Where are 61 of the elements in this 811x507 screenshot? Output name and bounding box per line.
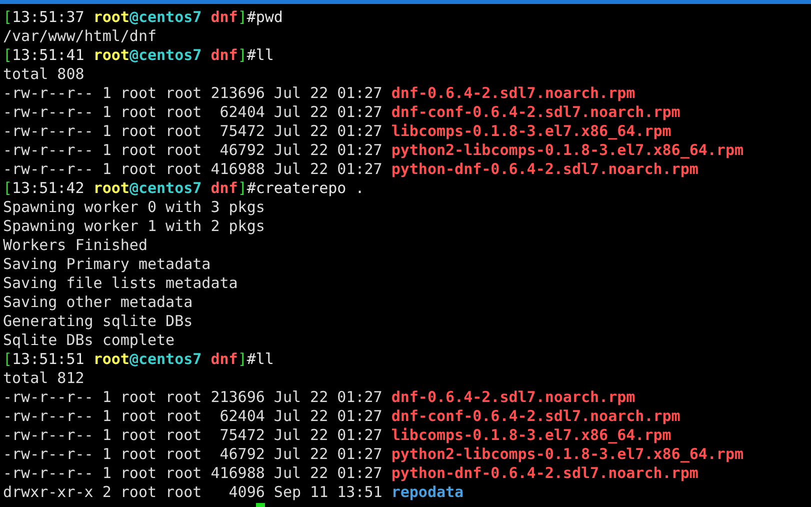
- prompt-host: @centos7: [129, 350, 203, 368]
- output-text: Saving other metadata: [3, 293, 193, 311]
- output-text: -rw-r--r-- 1 root root 416988 Jul 22 01:27: [3, 160, 384, 178]
- output-text: -rw-r--r-- 1 root root 416988 Jul 22 01:27: [3, 464, 384, 482]
- output-text: -rw-r--r-- 1 root root 213696 Jul 22 01:27: [3, 84, 384, 102]
- rpm-file-name: dnf-conf-0.6.4-2.sdl7.noarch.rpm: [391, 103, 680, 121]
- rpm-file-name: libcomps-0.1.8-3.el7.x86_64.rpm: [391, 122, 672, 140]
- output-text: drwxr-xr-x 2 root root 4096 Sep 11 13:51: [3, 483, 384, 501]
- output-text: -rw-r--r-- 1 root root 62404 Jul 22 01:27: [3, 407, 384, 425]
- command-text: #createrepo .: [246, 179, 364, 197]
- rpm-file-name: python-dnf-0.6.4-2.sdl7.noarch.rpm: [391, 160, 698, 178]
- rpm-file-name: dnf-0.6.4-2.sdl7.noarch.rpm: [391, 84, 636, 102]
- rpm-file-name: python-dnf-0.6.4-2.sdl7.noarch.rpm: [391, 464, 698, 482]
- prompt-user: root: [93, 350, 130, 368]
- prompt-host: @centos7: [129, 8, 203, 26]
- output-text: -rw-r--r-- 1 root root 213696 Jul 22 01:27: [3, 388, 384, 406]
- output-text: /var/www/html/dnf: [3, 27, 157, 45]
- output-text: Spawning worker 0 with 3 pkgs: [3, 198, 265, 216]
- prompt-bracket: ]: [238, 8, 247, 26]
- rpm-file-name: libcomps-0.1.8-3.el7.x86_64.rpm: [391, 426, 672, 444]
- rpm-file-name: python2-libcomps-0.1.8-3.el7.x86_64.rpm: [391, 141, 744, 159]
- output-text: -rw-r--r-- 1 root root 46792 Jul 22 01:27: [3, 141, 384, 159]
- output-text: -rw-r--r-- 1 root root 62404 Jul 22 01:27: [3, 103, 384, 121]
- prompt-host: @centos7: [129, 179, 203, 197]
- prompt-host: @centos7: [129, 46, 203, 64]
- prompt-directory: dnf: [210, 46, 238, 64]
- directory-name: repodata: [391, 483, 464, 501]
- prompt-bracket: [: [3, 46, 12, 64]
- rpm-file-name: dnf-conf-0.6.4-2.sdl7.noarch.rpm: [391, 407, 680, 425]
- output-text: total 812: [3, 369, 84, 387]
- prompt-directory: dnf: [210, 350, 238, 368]
- output-text: Generating sqlite DBs: [3, 312, 193, 330]
- prompt-time: 13:51:51: [12, 350, 86, 368]
- prompt-bracket: ]: [238, 179, 247, 197]
- command-text: #pwd: [246, 8, 283, 26]
- prompt-bracket: [: [3, 350, 12, 368]
- output-text: total 808: [3, 65, 84, 83]
- output-text: Spawning worker 1 with 2 pkgs: [3, 217, 265, 235]
- rpm-file-name: dnf-0.6.4-2.sdl7.noarch.rpm: [391, 388, 636, 406]
- prompt-user: root: [93, 179, 130, 197]
- output-text: Saving file lists metadata: [3, 274, 238, 292]
- output-text: -rw-r--r-- 1 root root 75472 Jul 22 01:27: [3, 426, 384, 444]
- prompt-bracket: ]: [238, 350, 247, 368]
- output-text: -rw-r--r-- 1 root root 46792 Jul 22 01:27: [3, 445, 384, 463]
- prompt-user: root: [93, 46, 130, 64]
- prompt-directory: dnf: [210, 179, 238, 197]
- prompt-time: 13:51:37: [12, 8, 86, 26]
- command-text: #ll: [246, 350, 274, 368]
- command-text: #ll: [246, 46, 274, 64]
- output-text: Sqlite DBs complete: [3, 331, 175, 349]
- prompt-bracket: ]: [238, 46, 247, 64]
- rpm-file-name: python2-libcomps-0.1.8-3.el7.x86_64.rpm: [391, 445, 744, 463]
- prompt-bracket: [: [3, 179, 12, 197]
- prompt-time: 13:51:41: [12, 46, 86, 64]
- prompt-user: root: [93, 8, 130, 26]
- prompt-bracket: [: [3, 8, 12, 26]
- output-text: -rw-r--r-- 1 root root 75472 Jul 22 01:27: [3, 122, 384, 140]
- output-text: Saving Primary metadata: [3, 255, 211, 273]
- prompt-directory: dnf: [210, 8, 238, 26]
- prompt-time: 13:51:42: [12, 179, 86, 197]
- output-text: Workers Finished: [3, 236, 148, 254]
